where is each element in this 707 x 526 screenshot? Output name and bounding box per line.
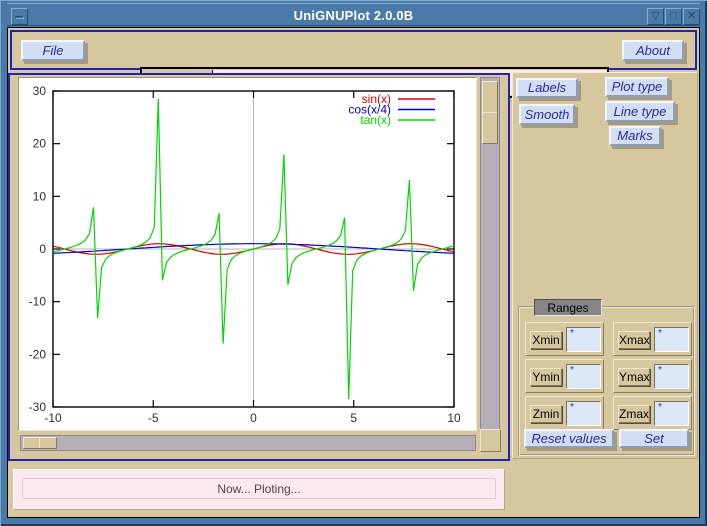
ranges-group: Ranges Xmin * Xmax * Ymin * Ymax	[518, 306, 695, 456]
close-button[interactable]: ✕	[683, 8, 700, 25]
labels-button[interactable]: Labels	[516, 78, 578, 98]
svg-text:10: 10	[33, 189, 47, 203]
shade-icon: ▽	[651, 10, 659, 22]
svg-text:-5: -5	[148, 411, 159, 425]
title-bar[interactable]: UniGNUPlot 2.0.0B ▽ □ ✕	[7, 3, 700, 26]
plot-type-button[interactable]: Plot type	[605, 77, 669, 97]
gnuplot-chart: -10-50510-30-20-100102030sin(x)cos(x/4)t…	[19, 78, 476, 430]
xmin-button[interactable]: Xmin	[530, 331, 562, 349]
ymax-value: *	[658, 365, 662, 376]
zmax-cell: Zmax *	[613, 396, 692, 430]
expression-toolbar: File expresion sin(x),cos(x/4),tan(x) Ab…	[10, 30, 697, 70]
ymin-cell: Ymin *	[525, 359, 604, 393]
scroll-thumb-ridge	[39, 438, 40, 448]
xmin-input[interactable]: *	[566, 327, 601, 352]
status-message: Now... Ploting...	[22, 478, 496, 499]
ymax-cell: Ymax *	[613, 359, 692, 393]
vertical-scrollbar[interactable]	[480, 77, 500, 431]
app-window: UniGNUPlot 2.0.0B ▽ □ ✕ File expresion s…	[0, 0, 707, 526]
horizontal-scrollbar[interactable]	[20, 435, 476, 451]
ymax-input[interactable]: *	[654, 364, 689, 389]
zmax-input[interactable]: *	[654, 401, 689, 426]
zmin-cell: Zmin *	[525, 396, 604, 430]
svg-text:tan(x): tan(x)	[360, 113, 391, 127]
xmax-value: *	[658, 328, 662, 339]
ranges-title: Ranges	[534, 299, 602, 316]
ymax-button[interactable]: Ymax	[618, 368, 650, 386]
marks-button[interactable]: Marks	[609, 126, 661, 146]
svg-text:10: 10	[447, 411, 461, 425]
ymin-input[interactable]: *	[566, 364, 601, 389]
xmax-input[interactable]: *	[654, 327, 689, 352]
svg-text:-30: -30	[29, 400, 47, 414]
svg-text:0: 0	[250, 411, 257, 425]
svg-text:0: 0	[39, 242, 46, 256]
plot-pane: -10-50510-30-20-100102030sin(x)cos(x/4)t…	[8, 73, 510, 461]
scrollbar-corner	[480, 429, 501, 452]
zmax-value: *	[658, 402, 662, 413]
horizontal-scrollbar-thumb[interactable]	[23, 437, 57, 449]
about-button[interactable]: About	[622, 40, 684, 61]
zmax-button[interactable]: Zmax	[618, 405, 650, 423]
control-pane: Labels Plot type Smooth Line type Marks …	[512, 72, 698, 459]
svg-text:30: 30	[33, 84, 47, 98]
file-button[interactable]: File	[21, 40, 85, 61]
status-bar: Now... Ploting...	[13, 469, 505, 510]
window-title: UniGNUPlot 2.0.0B	[7, 8, 700, 23]
xmin-value: *	[570, 328, 574, 339]
shade-button[interactable]: ▽	[647, 8, 664, 25]
ymin-value: *	[570, 365, 574, 376]
svg-text:-10: -10	[44, 411, 62, 425]
set-button[interactable]: Set	[619, 429, 689, 448]
zmin-input[interactable]: *	[566, 401, 601, 426]
close-icon: ✕	[687, 10, 696, 22]
svg-text:5: 5	[350, 411, 357, 425]
smooth-button[interactable]: Smooth	[519, 104, 575, 125]
scroll-thumb-ridge	[483, 112, 497, 113]
svg-text:-10: -10	[29, 295, 47, 309]
svg-text:20: 20	[33, 137, 47, 151]
xmax-button[interactable]: Xmax	[618, 331, 650, 349]
xmin-cell: Xmin *	[525, 322, 604, 356]
maximize-icon: □	[670, 10, 677, 22]
reset-values-button[interactable]: Reset values	[524, 429, 614, 448]
vertical-scrollbar-thumb[interactable]	[482, 81, 498, 144]
plot-canvas[interactable]: -10-50510-30-20-100102030sin(x)cos(x/4)t…	[18, 77, 477, 431]
maximize-button[interactable]: □	[665, 8, 682, 25]
line-type-button[interactable]: Line type	[605, 101, 675, 122]
svg-text:-20: -20	[29, 347, 47, 361]
zmin-button[interactable]: Zmin	[530, 405, 562, 423]
xmax-cell: Xmax *	[613, 322, 692, 356]
ymin-button[interactable]: Ymin	[530, 368, 562, 386]
zmin-value: *	[570, 402, 574, 413]
